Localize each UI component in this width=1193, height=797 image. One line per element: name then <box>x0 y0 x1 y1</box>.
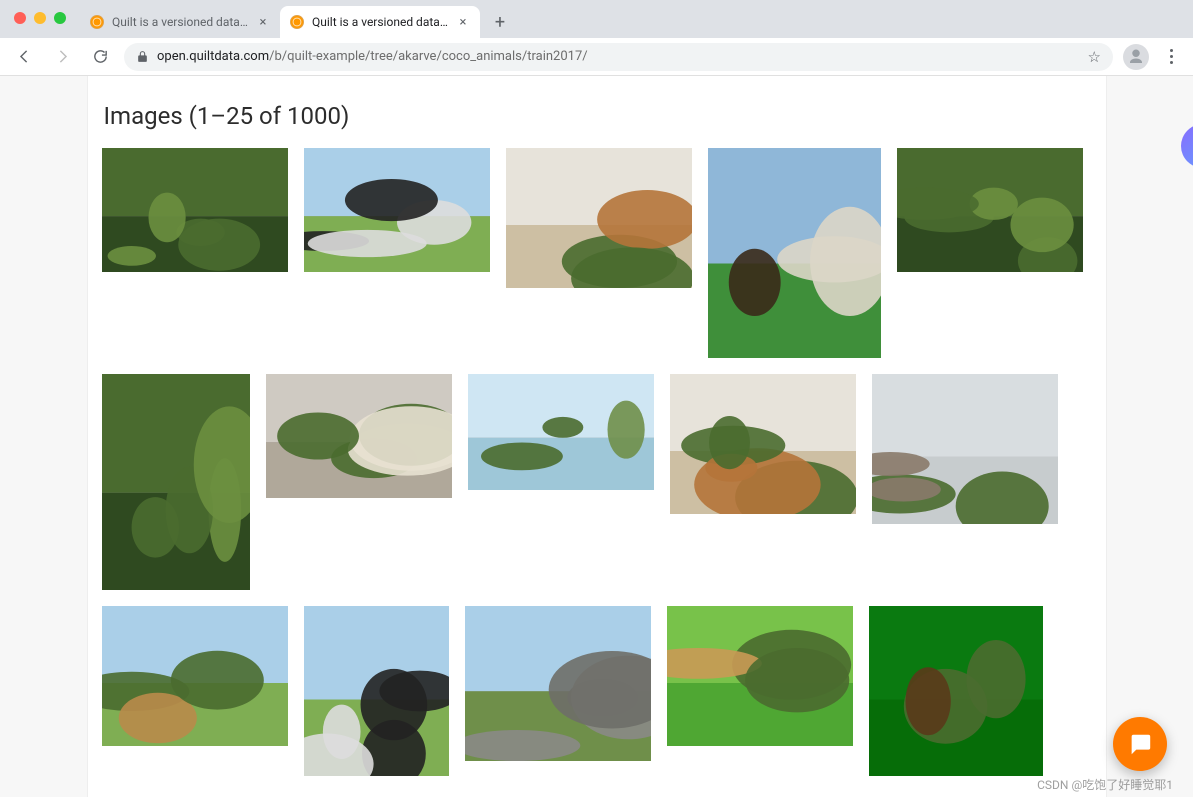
window-minimize-button[interactable] <box>34 12 46 24</box>
thumbnail-image-icon <box>667 606 853 746</box>
thumbnail-image-icon <box>266 374 452 498</box>
back-button[interactable] <box>10 43 38 71</box>
thumbnail-image-icon <box>102 148 288 272</box>
thumbnail-image-icon <box>304 606 449 776</box>
thumbnail-image-icon <box>304 148 490 272</box>
browser-tab-1[interactable]: Quilt is a versioned data portal × <box>280 6 480 38</box>
thumbnail-image-icon <box>708 148 881 358</box>
bookmark-star-button[interactable]: ☆ <box>1088 48 1101 66</box>
image-thumbnail[interactable] <box>304 148 490 272</box>
thumbnail-image-icon <box>897 148 1083 272</box>
thumbnail-image-icon <box>102 606 288 746</box>
chat-icon <box>1127 731 1153 757</box>
forward-button[interactable] <box>48 43 76 71</box>
tab-close-button[interactable]: × <box>456 15 470 29</box>
reload-icon <box>92 48 109 65</box>
thumbnail-image-icon <box>468 374 654 490</box>
image-gallery <box>88 148 1106 776</box>
intercom-launcher-button[interactable] <box>1113 717 1167 771</box>
arrow-right-icon <box>54 48 71 65</box>
window-close-button[interactable] <box>14 12 26 24</box>
image-thumbnail[interactable] <box>708 148 881 358</box>
image-thumbnail[interactable] <box>465 606 651 761</box>
image-thumbnail[interactable] <box>670 374 856 514</box>
address-bar[interactable]: open.quiltdata.com/b/quilt-example/tree/… <box>124 43 1113 71</box>
gallery-row <box>102 606 1092 776</box>
tabs-container: Quilt is a versioned data portal × Quilt… <box>80 0 514 38</box>
thumbnail-image-icon <box>465 606 651 761</box>
person-icon <box>1127 48 1145 66</box>
tab-close-button[interactable]: × <box>256 15 270 29</box>
gallery-row <box>102 148 1092 358</box>
image-thumbnail[interactable] <box>102 148 288 272</box>
images-heading: Images (1–25 of 1000) <box>88 96 1106 148</box>
image-thumbnail[interactable] <box>102 606 288 746</box>
image-thumbnail[interactable] <box>468 374 654 490</box>
url-host: open.quiltdata.com <box>157 49 269 64</box>
page-viewport: Images (1–25 of 1000) <box>0 76 1193 797</box>
image-thumbnail[interactable] <box>667 606 853 746</box>
browser-window: Quilt is a versioned data portal × Quilt… <box>0 0 1193 797</box>
thumbnail-image-icon <box>670 374 856 514</box>
url-text: open.quiltdata.com/b/quilt-example/tree/… <box>157 49 1080 64</box>
browser-menu-button[interactable] <box>1159 49 1183 64</box>
window-maximize-button[interactable] <box>54 12 66 24</box>
image-thumbnail[interactable] <box>897 148 1083 272</box>
thumbnail-image-icon <box>102 374 250 590</box>
gallery-row <box>102 374 1092 590</box>
tab-title: Quilt is a versioned data portal <box>312 15 448 29</box>
arrow-left-icon <box>16 48 33 65</box>
browser-tab-0[interactable]: Quilt is a versioned data portal × <box>80 6 280 38</box>
profile-avatar-button[interactable] <box>1123 44 1149 70</box>
lock-icon <box>136 50 149 63</box>
new-tab-button[interactable]: + <box>486 8 514 36</box>
quilt-favicon-icon <box>290 15 304 29</box>
tab-title: Quilt is a versioned data portal <box>112 15 248 29</box>
thumbnail-image-icon <box>872 374 1058 524</box>
quilt-favicon-icon <box>90 15 104 29</box>
image-thumbnail[interactable] <box>869 606 1043 776</box>
extension-badge-icon[interactable] <box>1181 124 1193 168</box>
thumbnail-image-icon <box>506 148 692 288</box>
page-content: Images (1–25 of 1000) <box>87 76 1107 797</box>
image-thumbnail[interactable] <box>872 374 1058 524</box>
reload-button[interactable] <box>86 43 114 71</box>
tab-strip: Quilt is a versioned data portal × Quilt… <box>0 0 1193 38</box>
thumbnail-image-icon <box>869 606 1043 776</box>
browser-toolbar: open.quiltdata.com/b/quilt-example/tree/… <box>0 38 1193 76</box>
image-thumbnail[interactable] <box>304 606 449 776</box>
image-thumbnail[interactable] <box>266 374 452 498</box>
image-thumbnail[interactable] <box>102 374 250 590</box>
image-thumbnail[interactable] <box>506 148 692 288</box>
window-controls <box>14 12 66 24</box>
url-path: /b/quilt-example/tree/akarve/coco_animal… <box>269 49 588 64</box>
